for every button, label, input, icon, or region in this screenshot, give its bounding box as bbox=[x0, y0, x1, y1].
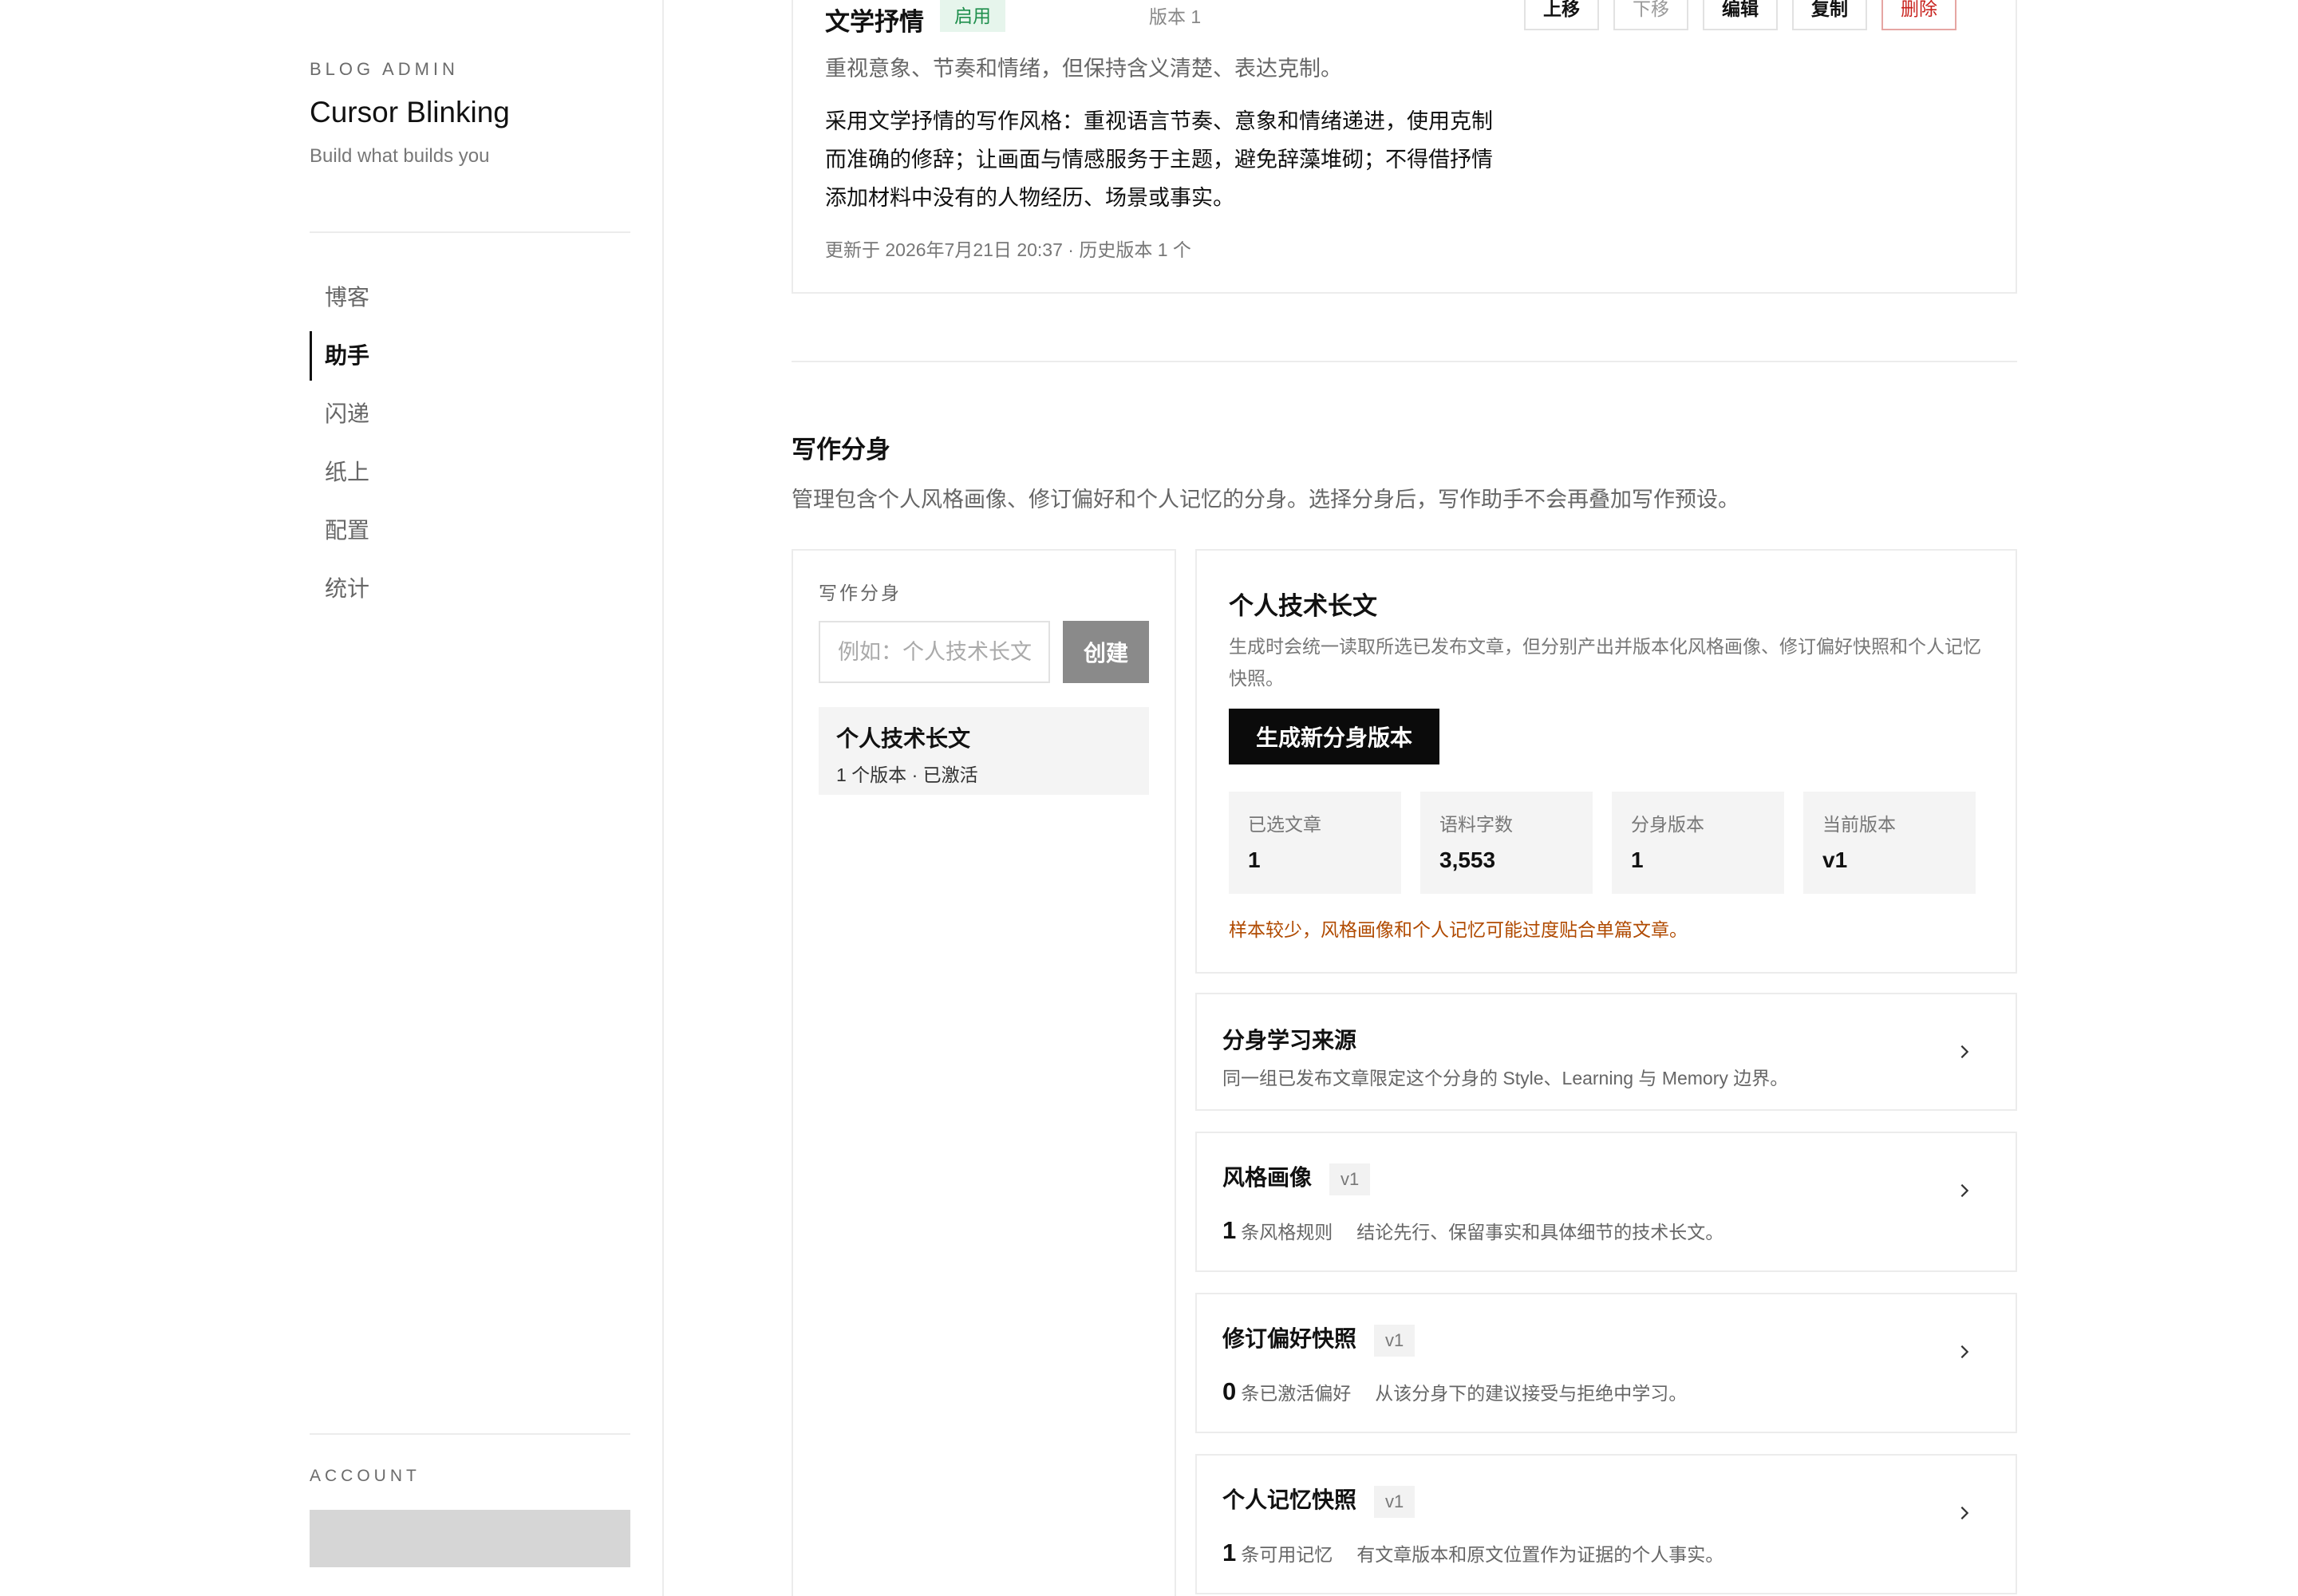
section-divider bbox=[792, 361, 2017, 362]
row-count-label: 条可用记忆 bbox=[1241, 1544, 1333, 1565]
brand-kicker: BLOG ADMIN bbox=[310, 59, 459, 79]
row-title-text: 个人记忆快照 bbox=[1222, 1487, 1357, 1512]
stat-avatar-versions: 分身版本 1 bbox=[1612, 792, 1784, 894]
row-title: 分身学习来源 bbox=[1222, 1028, 1357, 1053]
preset-body: 采用文学抒情的写作风格：重视语言节奏、意象和情绪递进，使用克制而准确的修辞；让画… bbox=[825, 109, 1493, 210]
detail-description: 生成时会统一读取所选已发布文章，但分别产出并版本化风格画像、修订偏好快照和个人记… bbox=[1229, 636, 1981, 689]
copy-button[interactable]: 复制 bbox=[1792, 0, 1867, 30]
sidebar-item-paper[interactable]: 纸上 bbox=[310, 448, 630, 497]
stat-current-version: 当前版本 v1 bbox=[1803, 792, 1976, 894]
row-description: 有文章版本和原文位置作为证据的个人事实。 bbox=[1356, 1544, 1724, 1565]
main-content: 文学抒情 启用 版本 1 上移 下移 编辑 复制 删除 重视意象、节奏和情绪，但… bbox=[664, 0, 2298, 1596]
sidebar-nav: 博客 助手 闪递 纸上 配置 统计 bbox=[310, 273, 630, 622]
preset-meta: 更新于 2026年7月21日 20:37 · 历史版本 1 个 bbox=[825, 239, 1191, 260]
move-up-button[interactable]: 上移 bbox=[1524, 0, 1599, 30]
sidebar-divider bbox=[310, 1433, 630, 1435]
stat-label: 分身版本 bbox=[1631, 814, 1704, 835]
row-count: 1 bbox=[1222, 1216, 1237, 1244]
sidebar-item-stats[interactable]: 统计 bbox=[310, 564, 630, 614]
panel-label: 写作分身 bbox=[819, 583, 902, 603]
row-count-label: 条风格规则 bbox=[1241, 1222, 1333, 1242]
row-title: 风格画像 v1 bbox=[1222, 1160, 1371, 1195]
row-description: 结论先行、保留事实和具体细节的技术长文。 bbox=[1356, 1222, 1724, 1242]
row-title-text: 修订偏好快照 bbox=[1222, 1326, 1357, 1351]
create-button[interactable]: 创建 bbox=[1063, 621, 1149, 683]
stat-label: 当前版本 bbox=[1822, 814, 1896, 835]
personal-memory-row[interactable]: 个人记忆快照 v1 1 条可用记忆 有文章版本和原文位置作为证据的个人事实。 bbox=[1195, 1454, 2017, 1594]
version-badge: v1 bbox=[1374, 1485, 1416, 1518]
stat-label: 已选文章 bbox=[1248, 814, 1321, 835]
sidebar-item-flash[interactable]: 闪递 bbox=[310, 389, 630, 439]
chevron-right-icon bbox=[1953, 1341, 1976, 1363]
generate-version-button[interactable]: 生成新分身版本 bbox=[1229, 709, 1440, 764]
delete-button[interactable]: 删除 bbox=[1881, 0, 1956, 30]
detail-title: 个人技术长文 bbox=[1229, 592, 1377, 620]
preset-card: 文学抒情 启用 版本 1 上移 下移 编辑 复制 删除 重视意象、节奏和情绪，但… bbox=[792, 0, 2017, 294]
stat-label: 语料字数 bbox=[1439, 814, 1513, 835]
avatar-detail-card: 个人技术长文 生成时会统一读取所选已发布文章，但分别产出并版本化风格画像、修订偏… bbox=[1195, 549, 2017, 974]
list-item[interactable]: 个人技术长文 1 个版本 · 已激活 bbox=[819, 707, 1149, 795]
move-down-button[interactable]: 下移 bbox=[1613, 0, 1688, 30]
status-badge: 启用 bbox=[940, 0, 1005, 32]
row-description: 从该分身下的建议接受与拒绝中学习。 bbox=[1375, 1383, 1688, 1404]
section-title: 写作分身 bbox=[792, 436, 890, 464]
row-count-label: 条已激活偏好 bbox=[1241, 1383, 1352, 1404]
row-count: 1 bbox=[1222, 1539, 1237, 1566]
stat-value: 1 bbox=[1248, 847, 1261, 872]
style-profile-row[interactable]: 风格画像 v1 1 条风格规则 结论先行、保留事实和具体细节的技术长文。 bbox=[1195, 1132, 2017, 1272]
version-badge: v1 bbox=[1329, 1163, 1371, 1195]
preset-actions: 上移 下移 编辑 复制 删除 bbox=[1524, 0, 1956, 30]
row-title-text: 风格画像 bbox=[1222, 1165, 1313, 1190]
revision-preferences-row[interactable]: 修订偏好快照 v1 0 条已激活偏好 从该分身下的建议接受与拒绝中学习。 bbox=[1195, 1293, 2017, 1433]
avatar-item-meta: 1 个版本 · 已激活 bbox=[836, 764, 978, 785]
stat-value: v1 bbox=[1822, 847, 1848, 872]
stat-value: 1 bbox=[1631, 847, 1644, 872]
account-label: ACCOUNT bbox=[310, 1467, 421, 1485]
stat-selected-articles: 已选文章 1 bbox=[1229, 792, 1401, 894]
chevron-right-icon bbox=[1953, 1041, 1976, 1063]
sidebar: BLOG ADMIN Cursor Blinking Build what bu… bbox=[0, 0, 664, 1596]
section-description: 管理包含个人风格画像、修订偏好和个人记忆的分身。选择分身后，写作助手不会再叠加写… bbox=[792, 488, 1739, 512]
sidebar-item-blog[interactable]: 博客 bbox=[310, 273, 630, 322]
preset-description: 重视意象、节奏和情绪，但保持含义清楚、表达克制。 bbox=[825, 57, 1342, 81]
row-count: 0 bbox=[1222, 1377, 1237, 1405]
chevron-right-icon bbox=[1953, 1179, 1976, 1202]
chevron-right-icon bbox=[1953, 1502, 1976, 1524]
sidebar-item-assistant[interactable]: 助手 bbox=[310, 331, 630, 381]
preset-version: 版本 1 bbox=[1149, 6, 1202, 27]
row-summary: 0 条已激活偏好 从该分身下的建议接受与拒绝中学习。 bbox=[1222, 1377, 1687, 1406]
avatar-name-input[interactable] bbox=[819, 621, 1050, 683]
row-summary: 1 条可用记忆 有文章版本和原文位置作为证据的个人事实。 bbox=[1222, 1539, 1724, 1567]
row-summary: 1 条风格规则 结论先行、保留事实和具体细节的技术长文。 bbox=[1222, 1216, 1724, 1245]
sources-row[interactable]: 分身学习来源 同一组已发布文章限定这个分身的 Style、Learning 与 … bbox=[1195, 993, 2017, 1111]
avatar-list-panel: 写作分身 创建 个人技术长文 1 个版本 · 已激活 bbox=[792, 549, 1176, 1596]
stat-corpus-chars: 语料字数 3,553 bbox=[1420, 792, 1593, 894]
account-placeholder[interactable] bbox=[310, 1510, 630, 1567]
stats-group: 已选文章 1 语料字数 3,553 分身版本 1 当前版本 v1 bbox=[1229, 792, 1976, 894]
row-title: 修订偏好快照 v1 bbox=[1222, 1321, 1416, 1357]
row-description: 同一组已发布文章限定这个分身的 Style、Learning 与 Memory … bbox=[1222, 1068, 1789, 1088]
edit-button[interactable]: 编辑 bbox=[1703, 0, 1778, 30]
stat-value: 3,553 bbox=[1439, 847, 1496, 872]
preset-title: 文学抒情 bbox=[825, 8, 924, 36]
sample-warning: 样本较少，风格画像和个人记忆可能过度贴合单篇文章。 bbox=[1229, 919, 1688, 940]
brand-title[interactable]: Cursor Blinking bbox=[310, 96, 510, 129]
avatar-item-name: 个人技术长文 bbox=[836, 726, 971, 751]
row-title: 个人记忆快照 v1 bbox=[1222, 1483, 1416, 1518]
sidebar-item-config[interactable]: 配置 bbox=[310, 506, 630, 555]
brand-tagline: Build what builds you bbox=[310, 145, 490, 167]
sidebar-divider bbox=[310, 231, 630, 233]
version-badge: v1 bbox=[1374, 1324, 1416, 1357]
